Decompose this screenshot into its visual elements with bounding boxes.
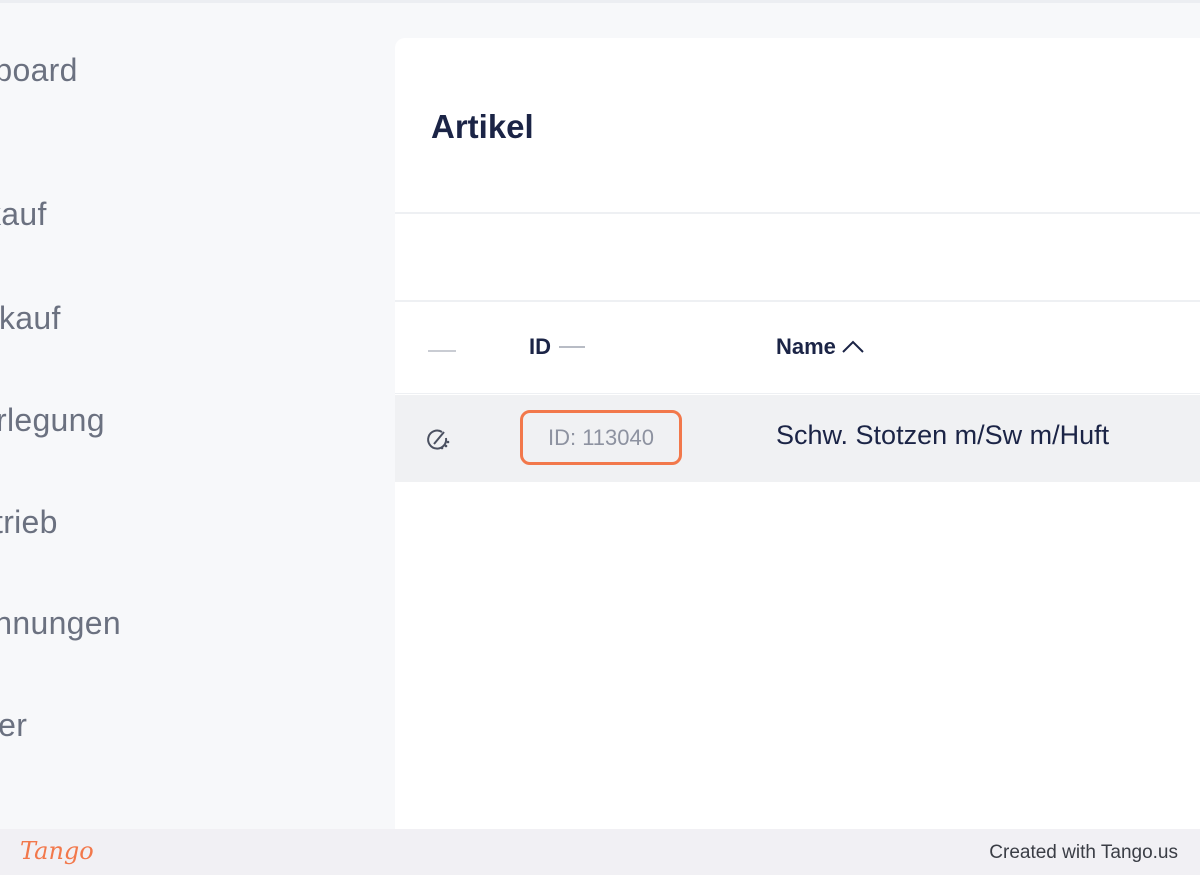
- divider: [395, 300, 1200, 302]
- table-row[interactable]: ID: 113040 Schw. Stotzen m/Sw m/Huft: [395, 395, 1200, 482]
- sidebar-item-rechnungen[interactable]: chnungen: [0, 605, 121, 642]
- footer-credit: Created with Tango.us: [989, 842, 1178, 863]
- article-name[interactable]: Schw. Stotzen m/Sw m/Huft: [776, 420, 1109, 451]
- article-id[interactable]: ID: 113040: [520, 410, 682, 465]
- divider: [395, 393, 1200, 394]
- column-header-id[interactable]: ID: [529, 334, 585, 360]
- sidebar-item-betrieb[interactable]: trieb: [0, 504, 58, 541]
- tango-logo: Tango: [20, 837, 94, 865]
- sort-ascending-icon: [840, 337, 866, 357]
- column-header-name[interactable]: Name: [776, 334, 866, 360]
- column-header-id-label: ID: [529, 334, 551, 359]
- footer: Tango Created with Tango.us: [0, 829, 1200, 875]
- sidebar-item-einkauf[interactable]: kauf: [0, 196, 47, 233]
- divider: [395, 212, 1200, 214]
- main-card: Artikel ID Name ID: 113040 Schw. Stotzen…: [395, 38, 1200, 829]
- sidebar-item-dashboard[interactable]: shboard: [0, 52, 78, 89]
- sort-neutral-icon: [559, 346, 585, 348]
- sidebar-item-lager[interactable]: ger: [0, 707, 27, 744]
- sidebar: shboard kauf rkauf rlegung trieb chnunge…: [0, 0, 395, 829]
- sidebar-item-zerlegung[interactable]: rlegung: [0, 402, 105, 439]
- sidebar-item-verkauf[interactable]: rkauf: [0, 300, 61, 337]
- column-header-name-label: Name: [776, 334, 836, 359]
- select-all-checkbox[interactable]: [428, 350, 456, 352]
- edit-icon[interactable]: [425, 425, 453, 453]
- page-title: Artikel: [431, 108, 534, 145]
